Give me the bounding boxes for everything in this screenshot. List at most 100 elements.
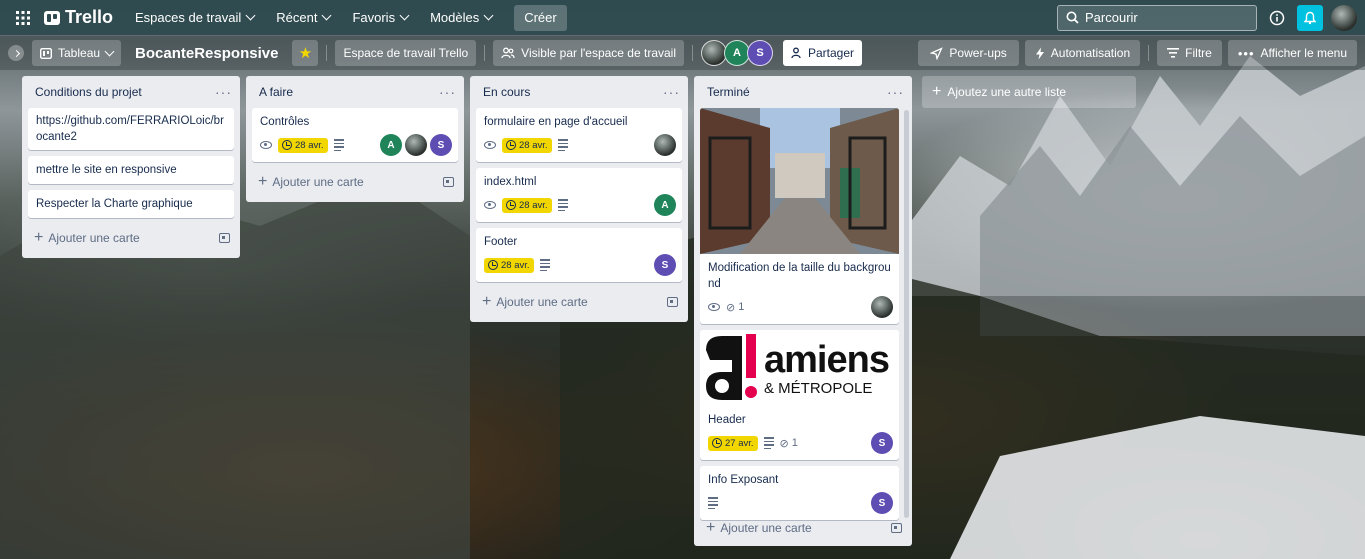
- trello-logo[interactable]: Trello: [44, 7, 113, 28]
- card[interactable]: Respecter la Charte graphique: [28, 190, 234, 218]
- bell-icon: [1303, 11, 1317, 24]
- card[interactable]: Info Exposant S: [700, 466, 899, 520]
- add-card-label-wrap: + Ajouter une carte: [706, 520, 812, 536]
- notifications-button[interactable]: [1297, 4, 1323, 31]
- add-card-button[interactable]: + Ajouter une carte: [700, 514, 906, 542]
- card-template-icon[interactable]: [891, 523, 902, 533]
- plus-icon: +: [932, 83, 942, 100]
- board-view-switcher[interactable]: Tableau: [32, 40, 122, 66]
- street-photo: [700, 108, 899, 254]
- card-cover-logo: amiens & MÉTROPOLE: [700, 330, 899, 406]
- list-header[interactable]: Conditions du projet ···: [28, 76, 234, 108]
- card[interactable]: Footer 28 avr. S: [476, 228, 682, 282]
- card-title: Info Exposant: [708, 474, 779, 486]
- apps-grid-icon[interactable]: [8, 3, 38, 33]
- list-menu-icon[interactable]: ···: [215, 85, 232, 99]
- member-avatar-s[interactable]: S: [871, 492, 893, 514]
- add-person-icon: [791, 47, 801, 59]
- menu-favorites[interactable]: Favoris: [342, 3, 418, 33]
- list-menu-icon[interactable]: ···: [663, 85, 680, 99]
- member-avatar-s[interactable]: S: [654, 254, 676, 276]
- card[interactable]: Modification de la taille du background …: [700, 108, 899, 324]
- card-title: Header: [708, 414, 746, 426]
- amiens-logo-word: amiens: [764, 338, 890, 381]
- add-card-button[interactable]: + Ajouter une carte: [28, 224, 234, 252]
- list-title[interactable]: A faire: [259, 85, 293, 99]
- list-todo: A faire ··· Contrôles 28 avr. A S + Ajout…: [246, 76, 464, 202]
- show-menu-button[interactable]: ••• Afficher le menu: [1227, 40, 1357, 66]
- card-members: [871, 296, 893, 318]
- card[interactable]: Contrôles 28 avr. A S: [252, 108, 458, 162]
- card[interactable]: https://github.com/FERRARIOLoic/brocante…: [28, 108, 234, 150]
- list-header[interactable]: En cours ···: [476, 76, 682, 108]
- plus-icon: +: [34, 229, 44, 246]
- user-avatar[interactable]: [1331, 4, 1357, 31]
- board-title[interactable]: BocanteResponsive: [127, 45, 286, 62]
- card[interactable]: mettre le site en responsive: [28, 156, 234, 184]
- list-title[interactable]: En cours: [483, 85, 530, 99]
- star-button[interactable]: ★: [292, 40, 319, 66]
- description-icon: [708, 497, 718, 509]
- create-button[interactable]: Créer: [514, 4, 567, 31]
- member-avatar-a[interactable]: A: [654, 194, 676, 216]
- due-date-badge[interactable]: 28 avr.: [502, 197, 552, 213]
- member-avatar-a[interactable]: A: [380, 134, 402, 156]
- menu-workspaces[interactable]: Espaces de travail: [125, 3, 264, 33]
- amiens-logo-text: amiens & MÉTROPOLE: [764, 338, 890, 396]
- search-placeholder: Parcourir: [1085, 10, 1138, 25]
- card[interactable]: index.html 28 avr. A: [476, 168, 682, 222]
- list-title[interactable]: Conditions du projet: [35, 85, 142, 99]
- card-template-icon[interactable]: [667, 297, 678, 307]
- card-badges: 28 avr.: [484, 194, 674, 216]
- add-list-button[interactable]: + Ajoutez une autre liste: [922, 76, 1136, 108]
- member-avatar-photo[interactable]: [871, 296, 893, 318]
- powerups-button[interactable]: Power-ups: [918, 40, 1019, 66]
- filter-button[interactable]: Filtre: [1157, 40, 1222, 66]
- divider: [326, 45, 328, 61]
- search-input[interactable]: Parcourir: [1057, 4, 1257, 31]
- card-badges: ⊘ 1: [708, 296, 891, 318]
- list-header[interactable]: A faire ···: [252, 76, 458, 108]
- member-avatar-photo[interactable]: [405, 134, 427, 156]
- watch-eye-icon: [708, 303, 720, 311]
- card-template-icon[interactable]: [443, 177, 454, 187]
- card[interactable]: amiens & MÉTROPOLE Header 27 avr. ⊘ 1 S: [700, 330, 899, 460]
- app-name: Trello: [65, 7, 114, 27]
- visibility-label: Visible par l'espace de travail: [521, 46, 676, 60]
- description-icon: [333, 139, 344, 151]
- list-title[interactable]: Terminé: [707, 85, 750, 99]
- add-card-button[interactable]: + Ajouter une carte: [252, 168, 458, 196]
- list-menu-icon[interactable]: ···: [439, 85, 456, 99]
- watch-eye-icon: [484, 201, 496, 209]
- attachments-count: 1: [738, 301, 745, 313]
- due-date-badge[interactable]: 28 avr.: [278, 137, 328, 153]
- automation-button[interactable]: Automatisation: [1024, 40, 1141, 66]
- attachments-badge: ⊘ 1: [726, 301, 744, 314]
- visibility-button[interactable]: Visible par l'espace de travail: [493, 40, 684, 66]
- list-header[interactable]: Terminé ···: [700, 76, 906, 108]
- member-avatar-s[interactable]: S: [871, 432, 893, 454]
- chevron-down-icon: [245, 10, 256, 21]
- clock-icon: [506, 200, 516, 210]
- workspace-button[interactable]: Espace de travail Trello: [335, 40, 477, 66]
- menu-templates[interactable]: Modèles: [420, 3, 502, 33]
- sidebar-toggle-button[interactable]: [8, 45, 24, 61]
- share-label: Partager: [808, 46, 855, 60]
- add-card-button[interactable]: + Ajouter une carte: [476, 288, 682, 316]
- due-date-badge[interactable]: 27 avr.: [708, 435, 758, 451]
- member-avatar-s[interactable]: S: [430, 134, 452, 156]
- card[interactable]: formulaire en page d'accueil 28 avr.: [476, 108, 682, 162]
- divider: [484, 45, 486, 61]
- card-template-icon[interactable]: [219, 233, 230, 243]
- list-menu-icon[interactable]: ···: [887, 85, 904, 99]
- member-avatar-photo[interactable]: [654, 134, 676, 156]
- info-button[interactable]: [1263, 4, 1291, 32]
- list-scrollbar[interactable]: [904, 110, 909, 518]
- card-title: mettre le site en responsive: [36, 164, 177, 176]
- due-date-label: 28 avr.: [519, 139, 548, 151]
- due-date-badge[interactable]: 28 avr.: [502, 137, 552, 153]
- due-date-badge[interactable]: 28 avr.: [484, 257, 534, 273]
- share-button[interactable]: Partager: [783, 40, 863, 66]
- menu-recent[interactable]: Récent: [266, 3, 340, 33]
- member-avatar-s[interactable]: S: [747, 40, 773, 66]
